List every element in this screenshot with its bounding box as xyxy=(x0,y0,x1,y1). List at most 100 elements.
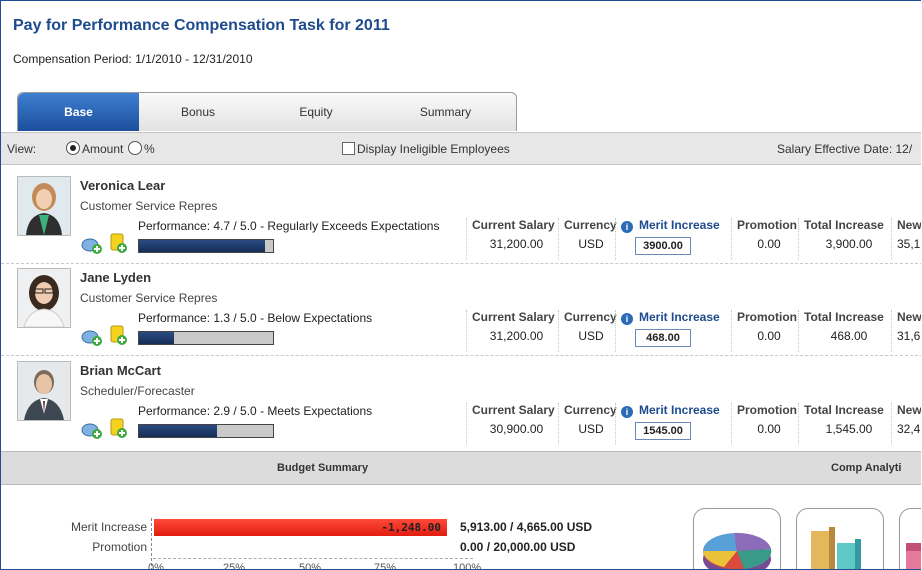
total-increase-value: 468.00 xyxy=(830,329,868,343)
info-icon[interactable]: i xyxy=(621,406,633,418)
employee-name[interactable]: Brian McCart xyxy=(80,363,161,378)
currency-header: Currency xyxy=(564,310,617,324)
add-comment-icon[interactable] xyxy=(81,329,103,347)
tab-base[interactable]: Base xyxy=(18,93,139,131)
current-salary-value: 30,900.00 xyxy=(489,422,544,436)
comp-analytics-title: Comp Analyti xyxy=(831,462,902,474)
pie-chart-icon xyxy=(702,532,772,569)
budget-summary-title: Budget Summary xyxy=(277,462,369,474)
add-comment-icon[interactable] xyxy=(81,237,103,255)
merit-increase-header: Merit Increase xyxy=(639,310,720,324)
budget-tick: 75% xyxy=(374,562,397,570)
performance-rating: Performance: 2.9 / 5.0 - Meets Expectati… xyxy=(138,404,373,418)
employee-job-title: Customer Service Repres xyxy=(80,291,218,305)
merit-over-budget-bar: -1,248.00 xyxy=(154,519,447,536)
promotion-cell: Promotion 0.00 xyxy=(731,218,801,260)
new-salary-value: 31,6 xyxy=(897,329,921,343)
currency-value: USD xyxy=(578,422,604,436)
add-note-icon[interactable] xyxy=(109,325,129,347)
total-increase-header: Total Increase xyxy=(804,218,884,232)
currency-cell: Currency USD xyxy=(558,310,618,352)
view-toolbar: View: Amount % Display Ineligible Employ… xyxy=(1,132,921,165)
chart-icon xyxy=(906,543,921,569)
promotion-value: 0.00 xyxy=(757,237,781,251)
budget-tick: 100% xyxy=(453,562,482,570)
currency-header: Currency xyxy=(564,218,617,232)
add-note-icon[interactable] xyxy=(109,418,129,440)
new-salary-cell: New 35,1 xyxy=(891,218,921,260)
currency-value: USD xyxy=(578,237,604,251)
promotion-cell: Promotion 0.00 xyxy=(731,403,801,445)
percent-radio[interactable] xyxy=(128,141,142,155)
tab-summary[interactable]: Summary xyxy=(375,93,516,131)
new-salary-value: 35,1 xyxy=(897,237,921,251)
info-icon[interactable]: i xyxy=(621,221,633,233)
employee-job-title: Scheduler/Forecaster xyxy=(80,384,195,398)
salary-effective-date: Salary Effective Date: 12/ xyxy=(777,142,913,156)
tab-bar: Base Bonus Equity Summary xyxy=(17,92,517,131)
total-increase-cell: Total Increase 3,900.00 xyxy=(798,218,894,260)
merit-increase-header: Merit Increase xyxy=(639,218,720,232)
currency-value: USD xyxy=(578,329,604,343)
add-comment-icon[interactable] xyxy=(81,422,103,440)
promotion-header: Promotion xyxy=(737,310,797,324)
new-salary-header: New xyxy=(897,310,921,324)
compensation-period: Compensation Period: 1/1/2010 - 12/31/20… xyxy=(13,52,253,66)
total-increase-value: 3,900.00 xyxy=(825,237,873,251)
employee-name[interactable]: Veronica Lear xyxy=(80,178,165,193)
promotion-header: Promotion xyxy=(737,218,797,232)
employee-row: Jane Lyden Customer Service Repres Perfo… xyxy=(1,263,921,356)
employee-row: Veronica Lear Customer Service Repres Pe… xyxy=(1,171,921,264)
currency-cell: Currency USD xyxy=(558,218,618,260)
budget-gridline xyxy=(153,558,473,559)
info-icon[interactable]: i xyxy=(621,313,633,325)
employee-row: Brian McCart Scheduler/Forecaster Perfor… xyxy=(1,356,921,448)
percent-radio-label: % xyxy=(144,142,155,156)
budget-summary-header-bar: Budget Summary Comp Analyti xyxy=(1,451,921,485)
view-label: View: xyxy=(7,142,37,156)
performance-bar xyxy=(138,239,274,253)
bar-chart-analytics-button[interactable] xyxy=(796,508,884,569)
tab-equity[interactable]: Equity xyxy=(257,93,375,131)
new-salary-cell: New 31,6 xyxy=(891,310,921,352)
merit-increase-input[interactable]: 1545.00 xyxy=(635,422,691,440)
performance-bar xyxy=(138,424,274,438)
line-chart-analytics-button[interactable] xyxy=(899,508,921,569)
currency-cell: Currency USD xyxy=(558,403,618,445)
employee-photo xyxy=(17,176,71,236)
employee-photo xyxy=(17,268,71,328)
employee-name[interactable]: Jane Lyden xyxy=(80,270,151,285)
compensation-window: Pay for Performance Compensation Task fo… xyxy=(0,0,921,570)
budget-tick: 25% xyxy=(223,562,246,570)
promotion-value: 0.00 xyxy=(757,329,781,343)
merit-increase-input[interactable]: 3900.00 xyxy=(635,237,691,255)
amount-radio[interactable] xyxy=(66,141,80,155)
promotion-budget-value: 0.00 / 20,000.00 USD xyxy=(460,540,576,554)
budget-tick: 50% xyxy=(299,562,322,570)
page-title: Pay for Performance Compensation Task fo… xyxy=(13,17,390,34)
promotion-cell: Promotion 0.00 xyxy=(731,310,801,352)
tab-bonus[interactable]: Bonus xyxy=(139,93,257,131)
add-note-icon[interactable] xyxy=(109,233,129,255)
current-salary-header: Current Salary xyxy=(472,218,555,232)
current-salary-value: 31,200.00 xyxy=(489,237,544,251)
current-salary-header: Current Salary xyxy=(472,403,555,417)
merit-increase-header: Merit Increase xyxy=(639,403,720,417)
current-salary-value: 31,200.00 xyxy=(489,329,544,343)
total-increase-header: Total Increase xyxy=(804,310,884,324)
performance-rating: Performance: 4.7 / 5.0 - Regularly Excee… xyxy=(138,219,440,233)
new-salary-cell: New 32,4 xyxy=(891,403,921,445)
merit-increase-input[interactable]: 468.00 xyxy=(635,329,691,347)
total-increase-cell: Total Increase 468.00 xyxy=(798,310,894,352)
performance-bar-fill xyxy=(139,332,174,344)
performance-bar xyxy=(138,331,274,345)
pie-chart-analytics-button[interactable] xyxy=(693,508,781,569)
employee-photo xyxy=(17,361,71,421)
merit-increase-cell: i Merit Increase 468.00 xyxy=(615,310,734,352)
display-ineligible-checkbox[interactable] xyxy=(342,142,355,155)
display-ineligible-label: Display Ineligible Employees xyxy=(357,142,510,156)
performance-rating: Performance: 1.3 / 5.0 - Below Expectati… xyxy=(138,311,373,325)
merit-budget-value: 5,913.00 / 4,665.00 USD xyxy=(460,520,593,534)
employee-job-title: Customer Service Repres xyxy=(80,199,218,213)
merit-increase-cell: i Merit Increase 3900.00 xyxy=(615,218,734,260)
